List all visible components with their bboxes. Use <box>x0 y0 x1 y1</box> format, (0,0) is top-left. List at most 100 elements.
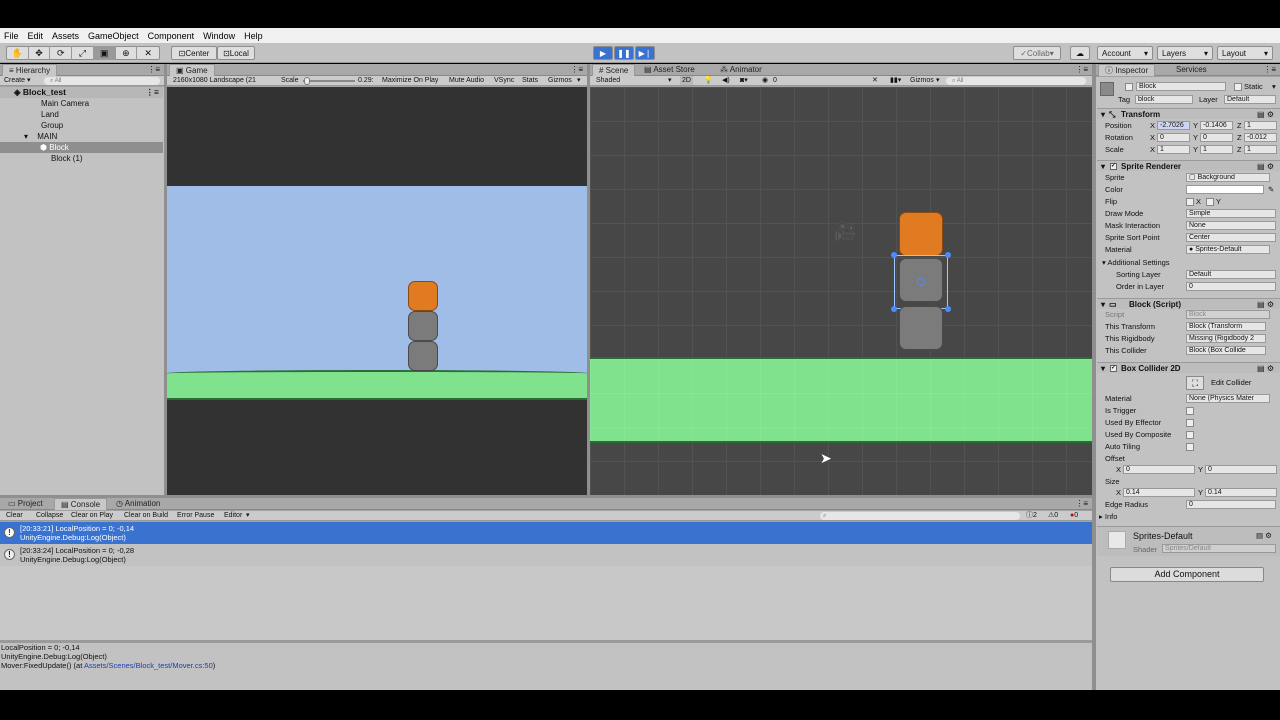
component-settings-icon[interactable]: ▤ ⚙ <box>1257 363 1274 374</box>
hierarchy-splitter[interactable] <box>164 64 167 496</box>
tab-services[interactable]: Services <box>1170 64 1213 76</box>
sprite-field[interactable]: ▢ Background <box>1186 173 1270 182</box>
pause-button[interactable]: ❚❚ <box>614 46 634 60</box>
tab-asset-store[interactable]: ▤ Asset Store <box>638 64 701 76</box>
tab-animation[interactable]: ◷ Animation <box>110 498 166 510</box>
scale-x-field[interactable]: 1 <box>1157 145 1190 154</box>
warning-count-toggle[interactable]: ⚠0 <box>1048 511 1058 520</box>
play-button[interactable]: ▶ <box>593 46 613 60</box>
menu-help[interactable]: Help <box>244 31 263 41</box>
this-transform-field[interactable]: Block (Transform <box>1186 322 1266 331</box>
used-by-effector-checkbox[interactable] <box>1186 419 1194 427</box>
rotate-tool-icon[interactable]: ⟳ <box>50 46 73 60</box>
bottom-splitter[interactable] <box>0 495 1092 498</box>
rotation-x-field[interactable]: 0 <box>1157 133 1190 142</box>
this-rigidbody-field[interactable]: Missing (Rigidbody 2 <box>1186 334 1266 343</box>
sprite-renderer-header[interactable]: ▾ ✓ Sprite Renderer ▤ ⚙ <box>1097 160 1280 171</box>
hierarchy-item[interactable]: ▾ MAIN <box>0 131 163 142</box>
tab-scene[interactable]: # Scene <box>592 64 636 76</box>
color-field[interactable] <box>1186 185 1264 194</box>
active-checkbox[interactable] <box>1125 83 1133 91</box>
panel-menu-icon[interactable]: ⋮≡ <box>1263 65 1276 74</box>
hierarchy-item[interactable]: Main Camera <box>0 98 163 109</box>
size-x-field[interactable]: 0.14 <box>1123 488 1195 497</box>
rect-tool-icon[interactable]: ▣ <box>93 46 116 60</box>
clear-button[interactable]: Clear <box>6 511 23 520</box>
this-collider-field[interactable]: Block (Box Collide <box>1186 346 1266 355</box>
editor-dropdown[interactable]: Editor <box>224 511 242 520</box>
position-z-field[interactable]: 1 <box>1244 121 1277 130</box>
rect-handle[interactable] <box>891 252 897 258</box>
transform-header[interactable]: ▾ ⤡ Transform ▤ ⚙ <box>1097 108 1280 119</box>
static-checkbox[interactable] <box>1234 83 1242 91</box>
layer-dropdown[interactable]: Default <box>1224 95 1276 104</box>
maximize-on-play-toggle[interactable]: Maximize On Play <box>382 76 438 85</box>
position-x-field[interactable]: -2.7026 <box>1157 121 1190 130</box>
add-component-button[interactable]: Add Component <box>1110 567 1264 582</box>
eyedropper-icon[interactable]: ✎ <box>1268 185 1274 194</box>
dropdown-icon[interactable]: ▾ <box>1272 82 1276 91</box>
info-count-toggle[interactable]: ⓘ2 <box>1026 511 1037 520</box>
cloud-button[interactable]: ☁ <box>1070 46 1090 60</box>
collab-button[interactable]: ✓ Collab ▾ <box>1013 46 1061 60</box>
menu-edit[interactable]: Edit <box>28 31 44 41</box>
used-by-composite-checkbox[interactable] <box>1186 431 1194 439</box>
tab-project[interactable]: ▭ Project <box>2 498 49 510</box>
scale-tool-icon[interactable]: ⤢ <box>72 46 94 60</box>
tab-animator[interactable]: ⁂ Animator <box>714 64 768 76</box>
tab-hierarchy[interactable]: ≡ Hierarchy <box>2 64 58 76</box>
pivot-space-button[interactable]: ⊡ Local <box>217 46 255 60</box>
is-trigger-checkbox[interactable] <box>1186 407 1194 415</box>
move-tool-icon[interactable]: ✥ <box>29 46 51 60</box>
scene-gray-block[interactable] <box>899 306 943 350</box>
error-pause-button[interactable]: Error Pause <box>177 511 214 520</box>
create-button[interactable]: Create <box>4 77 25 84</box>
scene-root[interactable]: ◈ Block_test ⋮≡ <box>0 87 163 98</box>
panel-menu-icon[interactable]: ⋮≡ <box>1075 65 1088 74</box>
scene-menu-icon[interactable]: ⋮≡ <box>146 87 159 98</box>
enabled-checkbox[interactable]: ✓ <box>1110 365 1117 372</box>
gizmos-toggle[interactable]: Gizmos <box>548 76 572 85</box>
rotation-z-field[interactable]: -0.012 <box>1244 133 1277 142</box>
hierarchy-item[interactable]: Land <box>0 109 163 120</box>
draw-mode-dropdown[interactable]: Simple <box>1186 209 1276 218</box>
scale-z-field[interactable]: 1 <box>1244 145 1277 154</box>
tab-console[interactable]: ▤ Console <box>54 498 108 510</box>
sorting-layer-dropdown[interactable]: Default <box>1186 270 1276 279</box>
mute-audio-toggle[interactable]: Mute Audio <box>449 76 484 85</box>
scale-slider-thumb[interactable] <box>304 77 310 85</box>
flip-x-checkbox[interactable] <box>1186 198 1194 206</box>
error-count-toggle[interactable]: ●0 <box>1070 511 1078 520</box>
transform-tool-icon[interactable]: ⊕ <box>116 46 138 60</box>
scale-slider[interactable] <box>303 80 355 82</box>
rect-handle[interactable] <box>945 252 951 258</box>
console-search-input[interactable]: ⌕ <box>820 512 1020 520</box>
stats-toggle[interactable]: Stats <box>522 76 538 85</box>
rotation-y-field[interactable]: 0 <box>1200 133 1233 142</box>
mode-2d-toggle[interactable]: 2D <box>680 76 693 85</box>
material-field[interactable]: ● Sprites-Default <box>1186 245 1270 254</box>
component-settings-icon[interactable]: ▤ ⚙ <box>1257 109 1274 120</box>
panel-menu-icon[interactable]: ⋮≡ <box>1075 499 1088 508</box>
clear-on-play-button[interactable]: Clear on Play <box>71 511 113 520</box>
object-name-input[interactable]: Block <box>1136 82 1226 91</box>
game-scene-splitter[interactable] <box>587 64 590 496</box>
scale-y-field[interactable]: 1 <box>1200 145 1233 154</box>
game-viewport[interactable] <box>167 87 587 495</box>
account-dropdown[interactable]: Account ▾ <box>1097 46 1153 60</box>
collapse-button[interactable]: Collapse <box>36 511 63 520</box>
block-script-header[interactable]: ▾ ▭ Block (Script) ▤ ⚙ <box>1097 298 1280 309</box>
edit-collider-button[interactable]: ⛶ <box>1186 376 1204 390</box>
expand-arrow-icon[interactable]: ▾ <box>24 132 30 141</box>
scene-orange-block[interactable] <box>899 212 943 256</box>
camera-gizmo-icon[interactable]: 🎥 <box>834 221 856 242</box>
hierarchy-item[interactable]: Group <box>0 120 163 131</box>
scene-viewport[interactable]: 🎥 ➤ <box>590 87 1092 495</box>
collider-material-field[interactable]: None (Physics Mater <box>1186 394 1270 403</box>
camera-settings-icon[interactable]: ▮▮▾ <box>890 76 901 85</box>
rect-handle[interactable] <box>891 306 897 312</box>
enabled-checkbox[interactable]: ✓ <box>1110 163 1117 170</box>
resolution-dropdown[interactable]: 2160x1080 Landscape (21 <box>173 76 256 85</box>
shading-dropdown[interactable]: Shaded <box>596 76 620 85</box>
sort-point-dropdown[interactable]: Center <box>1186 233 1276 242</box>
